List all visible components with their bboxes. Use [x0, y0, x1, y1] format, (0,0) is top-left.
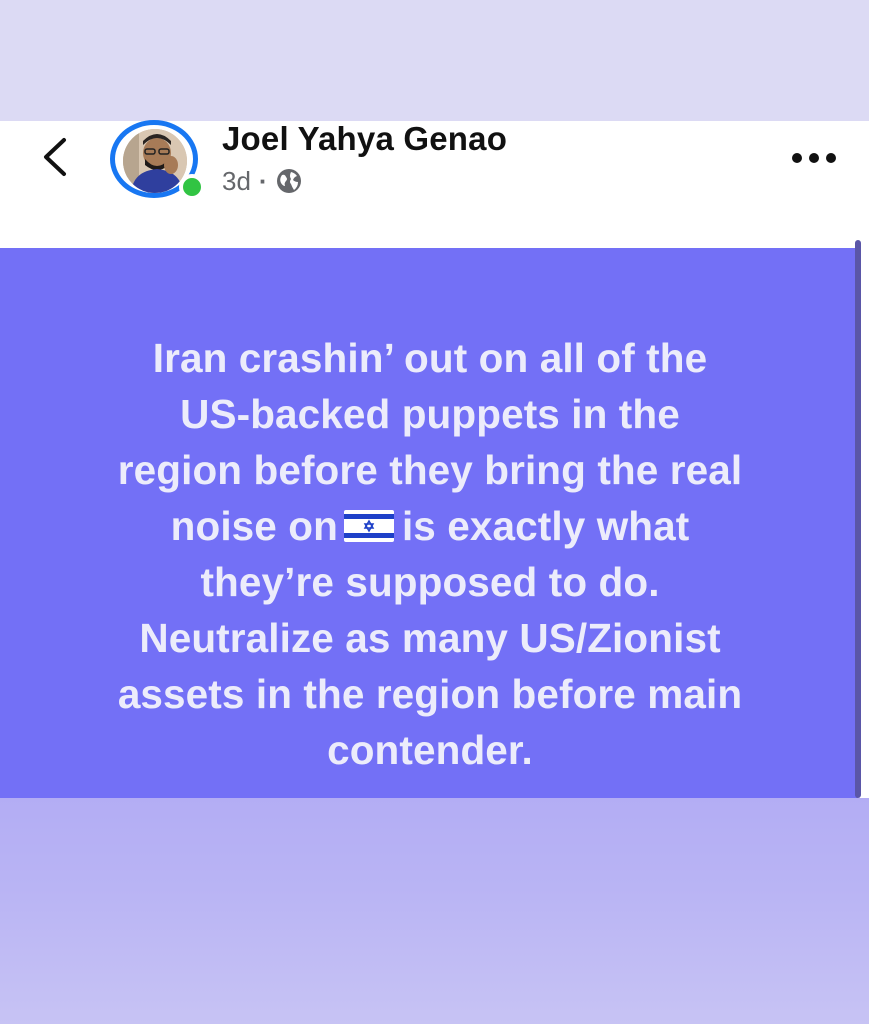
- post-text-line: region before they bring the real: [117, 447, 743, 493]
- post-text-line: they’re supposed to do.: [200, 559, 660, 605]
- israel-flag-icon: [343, 510, 394, 543]
- author-name[interactable]: Joel Yahya Genao: [222, 120, 507, 158]
- online-status-dot: [179, 174, 205, 200]
- back-button[interactable]: [38, 132, 72, 182]
- author-avatar[interactable]: [110, 116, 205, 200]
- globe-icon[interactable]: [276, 168, 302, 194]
- more-options-icon: [792, 153, 836, 163]
- post-text-segment: is exactly what: [401, 503, 690, 549]
- top-background-band: [0, 0, 869, 121]
- chevron-left-icon: [44, 138, 66, 176]
- post-text-line: US-backed puppets in the: [180, 391, 680, 437]
- post-text: Iran crashin’ out on all of the US-backe…: [30, 330, 830, 778]
- more-options-button[interactable]: [786, 144, 842, 172]
- post-text-line: contender.: [327, 727, 533, 773]
- meta-separator: ·: [258, 165, 268, 196]
- post-time[interactable]: 3d: [222, 166, 251, 197]
- avatar-photo: [123, 129, 187, 193]
- bottom-background-band: [0, 798, 869, 1024]
- post-meta: 3d ·: [222, 166, 302, 196]
- post-text-line: assets in the region before main: [117, 671, 743, 717]
- post-text-line: Neutralize as many US/Zionist: [139, 615, 721, 661]
- post-text-segment: noise on: [170, 503, 338, 549]
- scrollbar[interactable]: [855, 240, 861, 798]
- post-text-line: Iran crashin’ out on all of the: [152, 335, 708, 381]
- post-text-line: noise on is exactly what: [30, 498, 830, 554]
